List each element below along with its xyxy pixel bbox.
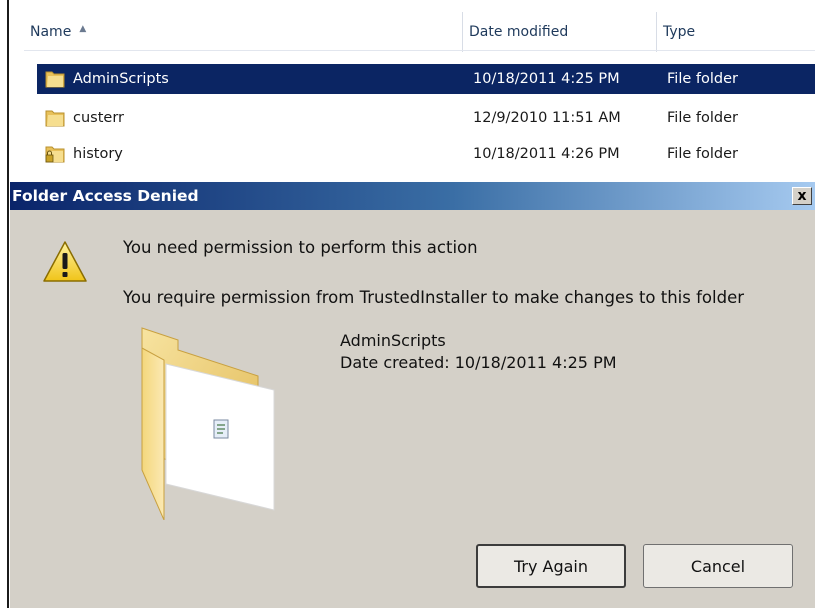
- column-header-type[interactable]: Type: [657, 14, 815, 50]
- row-name: history: [73, 146, 123, 162]
- folder-info: AdminScripts Date created: 10/18/2011 4:…: [340, 330, 617, 374]
- folder-icon: [45, 110, 65, 127]
- sort-ascending-icon: ▲: [79, 24, 87, 34]
- table-row[interactable]: custerr 12/9/2010 11:51 AM File folder: [37, 103, 815, 133]
- close-button[interactable]: x: [792, 187, 812, 205]
- folder-name: AdminScripts: [340, 331, 446, 350]
- warning-icon: [43, 241, 87, 282]
- locked-folder-icon: [45, 146, 65, 163]
- try-again-button[interactable]: Try Again: [476, 544, 626, 588]
- row-type: File folder: [667, 71, 738, 87]
- folder-image: [141, 327, 275, 520]
- column-header-date-modified[interactable]: Date modified: [463, 14, 656, 50]
- folder-date-created: Date created: 10/18/2011 4:25 PM: [340, 353, 617, 372]
- row-name: AdminScripts: [73, 71, 169, 87]
- row-type: File folder: [667, 146, 738, 162]
- row-date-modified: 10/18/2011 4:25 PM: [473, 71, 620, 87]
- close-icon: x: [797, 188, 807, 204]
- table-row[interactable]: history 10/18/2011 4:26 PM File folder: [37, 139, 815, 169]
- trustedinstaller-message: You require permission from TrustedInsta…: [123, 288, 744, 307]
- column-header-date-label: Date modified: [469, 24, 569, 40]
- window-border: [7, 0, 9, 608]
- column-header-name[interactable]: Name ▲: [24, 14, 462, 50]
- explorer-file-list: Name ▲ Date modified Type AdminScripts 1…: [0, 0, 815, 180]
- column-header-name-label: Name: [30, 24, 72, 40]
- row-date-modified: 10/18/2011 4:26 PM: [473, 146, 620, 162]
- row-name: custerr: [73, 110, 124, 126]
- cancel-button[interactable]: Cancel: [643, 544, 793, 588]
- table-row[interactable]: AdminScripts 10/18/2011 4:25 PM File fol…: [37, 64, 815, 94]
- row-date-modified: 12/9/2010 11:51 AM: [473, 110, 621, 126]
- dialog-title-bar[interactable]: Folder Access Denied x: [10, 182, 815, 210]
- dialog-title: Folder Access Denied: [12, 187, 199, 205]
- permission-message: You need permission to perform this acti…: [123, 238, 478, 257]
- folder-access-denied-dialog: Folder Access Denied x You need permissi…: [10, 182, 815, 608]
- row-type: File folder: [667, 110, 738, 126]
- header-divider: [24, 50, 815, 51]
- column-header-type-label: Type: [663, 24, 696, 40]
- folder-icon: [45, 71, 65, 88]
